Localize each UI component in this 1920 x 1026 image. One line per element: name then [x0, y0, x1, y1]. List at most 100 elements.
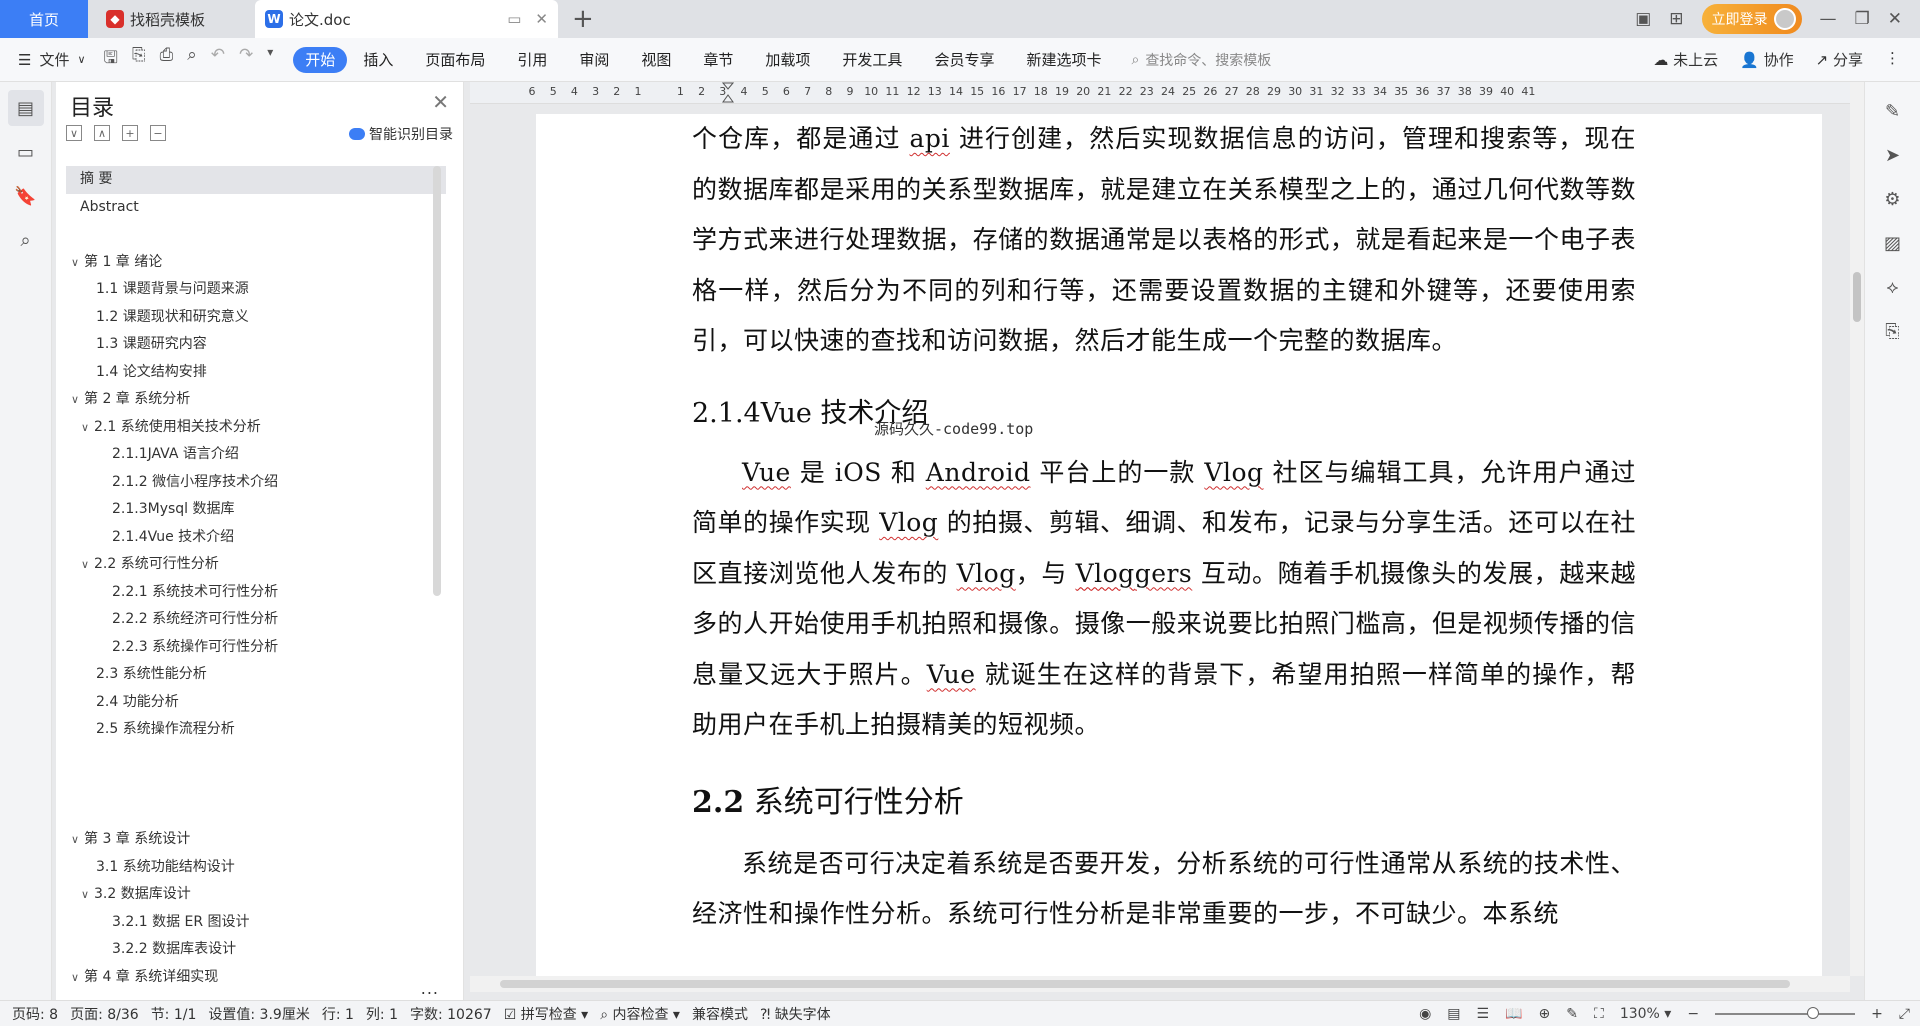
read-view-icon[interactable]: 📖 — [1505, 1006, 1522, 1022]
add-icon[interactable]: + — [122, 125, 138, 141]
content-check-button[interactable]: ⌕ 内容检查 ▾ — [600, 1004, 680, 1024]
ai-assistant-icon[interactable]: ⟡ — [1878, 272, 1908, 302]
spelling-flag[interactable]: Vloggers — [1076, 559, 1193, 588]
spelling-flag[interactable]: api — [910, 124, 950, 153]
chevron-down-icon[interactable]: ∨ — [66, 964, 84, 992]
chevron-down-icon[interactable]: ∨ — [77, 53, 85, 66]
vertical-scroll-thumb[interactable] — [1853, 272, 1861, 322]
spelling-flag[interactable]: Android — [926, 458, 1031, 487]
menu-insert[interactable]: 插入 — [347, 47, 409, 73]
toc-item[interactable]: 摘 要 — [66, 166, 446, 194]
toc-item[interactable]: 1.2 课题现状和研究意义 — [66, 304, 446, 332]
remove-icon[interactable]: − — [150, 125, 166, 141]
collapse-icon[interactable]: ∧ — [94, 125, 110, 141]
reader-icon[interactable]: ⎘ — [1878, 316, 1908, 346]
horizontal-ruler[interactable]: 6 5 4 3 2 1 1 2 3 4 5 6 7 8 9 10 11 12 13 14 15 16 17 18 19 20 21 2… — [470, 82, 1850, 104]
toc-item[interactable]: 2.3 系统性能分析 — [66, 661, 446, 689]
toc-item[interactable]: ∨ 第 1 章 绪论 — [66, 249, 446, 277]
outline-view-icon[interactable]: ☰ — [1477, 1006, 1490, 1022]
collab-button[interactable]: 👤 协作 — [1740, 49, 1793, 70]
chevron-down-icon[interactable]: ∨ — [76, 551, 94, 579]
cursor-icon[interactable]: ➤ — [1878, 140, 1908, 170]
fit-page-icon[interactable]: ⛶ — [1594, 1006, 1604, 1022]
close-tab-icon[interactable]: ✕ — [535, 10, 548, 28]
page-view-icon[interactable]: ▤ — [1447, 1006, 1460, 1022]
zoom-in-icon[interactable]: + — [1871, 1006, 1883, 1022]
toc-item[interactable]: 2.1.1JAVA 语言介绍 — [66, 441, 446, 469]
settings-sliders-icon[interactable]: ⚙ — [1878, 184, 1908, 214]
document-area[interactable]: 个仓库，都是通过 api 进行创建，然后实现数据信息的访问，管理和搜索等，现在的… — [470, 104, 1850, 976]
menu-references[interactable]: 引用 — [501, 47, 563, 73]
cloud-status[interactable]: ☁ 未上云 — [1653, 49, 1718, 70]
file-menu[interactable]: 文件 — [39, 49, 69, 70]
undo-icon[interactable]: ↶ — [211, 45, 225, 74]
toc-scrollbar[interactable] — [433, 166, 441, 596]
paragraph-1[interactable]: 个仓库，都是通过 api 进行创建，然后实现数据信息的访问，管理和搜索等，现在的… — [692, 114, 1636, 367]
toc-item[interactable]: 2.5 系统操作流程分析 — [66, 716, 446, 744]
toc-item[interactable]: ∨ 2.1 系统使用相关技术分析 — [66, 414, 446, 442]
command-search[interactable]: ⌕ 查找命令、搜索模板 — [1131, 50, 1271, 70]
spell-check-button[interactable]: ☑ 拼写检查 ▾ — [504, 1004, 589, 1024]
grid-icon[interactable]: ⊞ — [1669, 9, 1683, 29]
tab-home[interactable]: 首页 — [0, 0, 88, 38]
share-button[interactable]: ↗ 分享 — [1816, 49, 1863, 70]
toc-item[interactable]: 2.2.1 系统技术可行性分析 — [66, 579, 446, 607]
chevron-down-icon[interactable]: ∨ — [66, 249, 84, 277]
menu-new-tab[interactable]: 新建选项卡 — [1010, 47, 1117, 73]
heading-vue[interactable]: 2.1.4Vue 技术介绍 — [692, 391, 1636, 430]
toc-item[interactable]: ∨ 第 4 章 系统详细实现 — [66, 964, 446, 992]
window-icon[interactable]: ▭ — [507, 10, 521, 28]
restore-icon[interactable]: ❐ — [1855, 9, 1870, 29]
folder-icon[interactable]: ▭ — [8, 134, 44, 170]
image-icon[interactable]: ▨ — [1878, 228, 1908, 258]
status-words[interactable]: 字数: 10267 — [410, 1004, 492, 1024]
chevron-down-icon[interactable]: ∨ — [66, 826, 84, 854]
save-icon[interactable]: 🖫 — [104, 45, 118, 74]
chevron-down-icon[interactable]: ∨ — [76, 414, 94, 442]
spelling-flag[interactable]: Vue — [927, 660, 976, 689]
toc-item[interactable]: ∨ 第 3 章 系统设计 — [66, 826, 446, 854]
missing-font-button[interactable]: ⁈ 缺失字体 — [760, 1004, 831, 1024]
toc-item[interactable]: Abstract — [66, 194, 446, 222]
menu-addins[interactable]: 加载项 — [749, 47, 826, 73]
spelling-flag[interactable]: Vue — [742, 458, 791, 487]
tab-document[interactable]: W 论文.doc ▭ ✕ — [255, 0, 558, 38]
layout-icon[interactable]: ▣ — [1635, 9, 1651, 29]
close-icon[interactable]: ✕ — [432, 90, 449, 114]
find-icon[interactable]: ⌕ — [8, 222, 44, 258]
spelling-flag[interactable]: Vlog — [1204, 458, 1263, 487]
redo-icon[interactable]: ↷ — [239, 45, 253, 74]
toc-item[interactable]: 3.2.2 数据库表设计 — [66, 936, 446, 964]
minimize-icon[interactable]: — — [1820, 9, 1837, 29]
toc-item[interactable]: ∨ 3.2 数据库设计 — [66, 881, 446, 909]
heading-2-2[interactable]: 2.2 系统可行性分析 — [692, 777, 1636, 821]
menu-member[interactable]: 会员专享 — [918, 47, 1010, 73]
login-button[interactable]: 立即登录 — [1701, 4, 1802, 34]
toc-item[interactable]: 2.1.3Mysql 数据库 — [66, 496, 446, 524]
zoom-out-icon[interactable]: − — [1687, 1006, 1699, 1022]
bookmark-icon[interactable]: 🔖 — [8, 178, 44, 214]
toc-item[interactable]: ∨ 第 2 章 系统分析 — [66, 386, 446, 414]
toc-item[interactable]: 3.2.1 数据 ER 图设计 — [66, 909, 446, 937]
horizontal-scrollbar[interactable] — [470, 976, 1850, 992]
smart-toc-button[interactable]: 智能识别目录 — [349, 124, 453, 144]
spelling-flag[interactable]: Vlog — [879, 508, 938, 537]
menu-view[interactable]: 视图 — [625, 47, 687, 73]
toc-item[interactable]: 2.2.2 系统经济可行性分析 — [66, 606, 446, 634]
toc-panel-icon[interactable]: ▤ — [7, 90, 44, 126]
fullscreen-icon[interactable]: ⤢ — [1899, 1006, 1910, 1022]
pen-icon[interactable]: ✎ — [1878, 96, 1908, 126]
hamburger-icon[interactable]: ☰ — [18, 51, 31, 69]
chevron-down-icon[interactable]: ∨ — [76, 881, 94, 909]
status-page[interactable]: 页面: 8/36 — [70, 1004, 139, 1024]
spelling-flag[interactable]: Vlog — [957, 559, 1016, 588]
toc-item[interactable]: 1.3 课题研究内容 — [66, 331, 446, 359]
print-icon[interactable]: ⎙ — [160, 45, 174, 74]
toc-item[interactable]: 2.1.2 微信小程序技术介绍 — [66, 469, 446, 497]
paragraph-3[interactable]: 系统是否可行决定着系统是否要开发，分析系统的可行性通常从系统的技术性、经济性和操… — [692, 839, 1636, 940]
toc-item[interactable]: 2.1.4Vue 技术介绍 — [66, 524, 446, 552]
horizontal-scroll-thumb[interactable] — [500, 980, 1790, 988]
close-window-icon[interactable]: ✕ — [1888, 9, 1902, 29]
menu-review[interactable]: 审阅 — [563, 47, 625, 73]
toc-more-icon[interactable]: ... — [421, 979, 439, 998]
